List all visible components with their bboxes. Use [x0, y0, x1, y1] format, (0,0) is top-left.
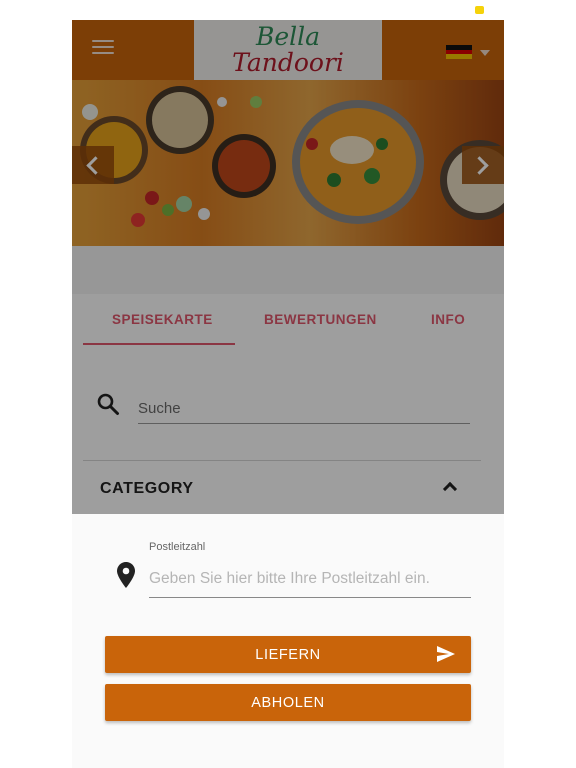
- deliver-button-label: LIEFERN: [255, 647, 321, 663]
- pickup-button[interactable]: ABHOLEN: [105, 684, 471, 721]
- delivery-bottom-sheet: Postleitzahl LIEFERN ABHOLEN: [72, 514, 504, 768]
- status-indicator: [475, 6, 484, 14]
- pickup-button-label: ABHOLEN: [251, 695, 325, 711]
- app-frame: Bella Tandoori SPEISEKARTE BEWERTUNGEN I…: [72, 20, 504, 768]
- send-icon: [437, 646, 455, 662]
- postal-code-label: Postleitzahl: [149, 541, 206, 553]
- postal-code-input[interactable]: [149, 560, 471, 598]
- modal-backdrop[interactable]: [72, 20, 504, 514]
- location-pin-icon: [117, 562, 135, 588]
- deliver-button[interactable]: LIEFERN: [105, 636, 471, 673]
